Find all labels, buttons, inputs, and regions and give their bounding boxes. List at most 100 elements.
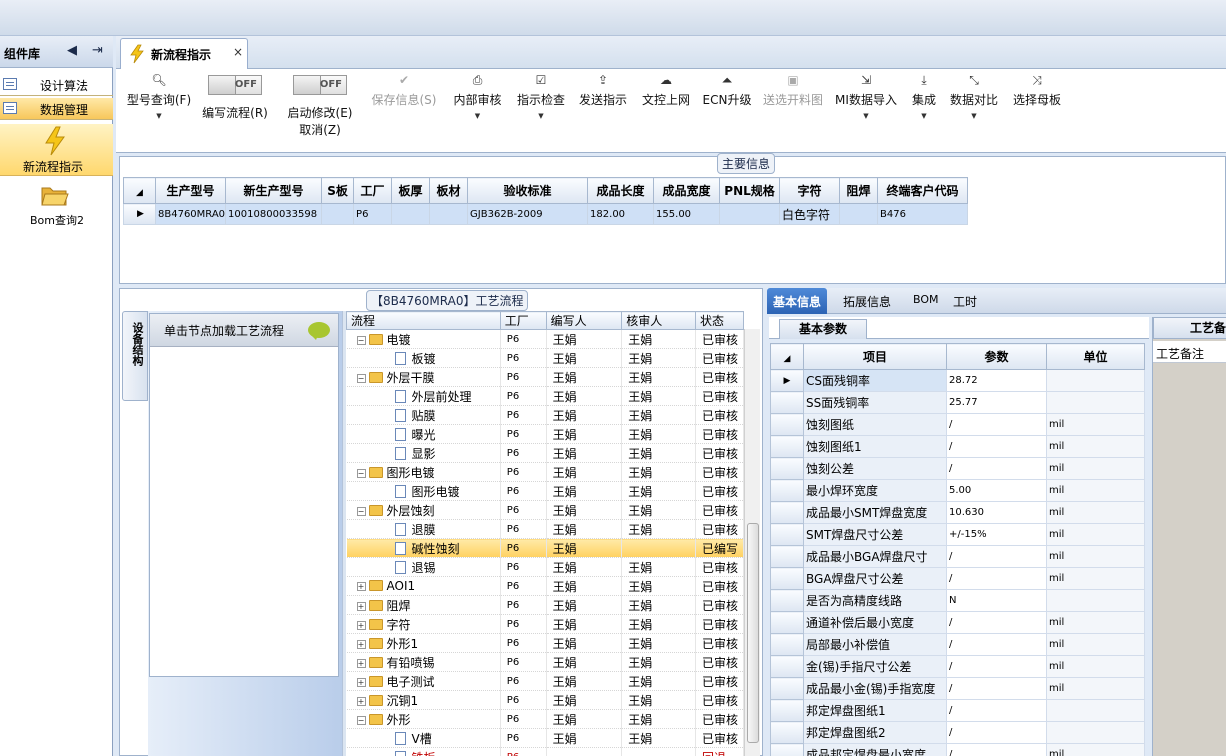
expand-icon[interactable]: + [356, 601, 366, 611]
process-status-cell[interactable]: 已审核 [695, 519, 744, 539]
mi-data-import-button[interactable]: ⇲ MI数据导入 ▼ [834, 69, 898, 149]
process-name-cell[interactable]: 曝光 [346, 424, 501, 444]
row-header[interactable] [770, 655, 804, 678]
param-unit-cell[interactable] [1046, 721, 1145, 744]
send-instruction-button[interactable]: ⇪ 发送指示 [576, 69, 630, 149]
param-value-cell[interactable]: / [946, 699, 1047, 722]
process-status-cell[interactable]: 已编写 [695, 538, 744, 558]
param-item-cell[interactable]: 是否为高精度线路 [803, 589, 947, 612]
process-reviewer-cell[interactable]: 王娟 [621, 614, 696, 634]
expand-icon[interactable]: + [356, 677, 366, 687]
param-row[interactable]: 成品最小BGA焊盘尺寸 / mil [770, 545, 1145, 568]
process-writer-cell[interactable]: 王娟 [546, 500, 623, 520]
param-row[interactable]: 成品邦定焊盘最小宽度 / mil [770, 743, 1145, 756]
param-item-cell[interactable]: SMT焊盘尺寸公差 [803, 523, 947, 546]
process-writer-cell[interactable] [546, 747, 623, 756]
process-row[interactable]: 铣板 P6 回退 [346, 747, 744, 756]
process-row[interactable]: + 外形1 P6 王娟 王娟 已审核 [346, 633, 744, 653]
process-factory-cell[interactable]: P6 [500, 576, 547, 596]
process-status-cell[interactable]: 已审核 [695, 614, 744, 634]
process-writer-cell[interactable]: 王娟 [546, 709, 623, 729]
table-cell[interactable] [391, 203, 431, 225]
process-writer-cell[interactable]: 王娟 [546, 348, 623, 368]
process-row[interactable]: 碱性蚀刻 P6 王娟 已编写 [346, 538, 744, 558]
process-row[interactable]: 外层前处理 P6 王娟 王娟 已审核 [346, 386, 744, 406]
process-row[interactable]: + 沉铜1 P6 王娟 王娟 已审核 [346, 690, 744, 710]
process-reviewer-cell[interactable]: 王娟 [621, 500, 696, 520]
process-scrollbar[interactable] [744, 329, 760, 756]
param-row[interactable]: 是否为高精度线路 N [770, 589, 1145, 612]
process-factory-cell[interactable]: P6 [500, 500, 547, 520]
process-status-cell[interactable]: 已审核 [695, 405, 744, 425]
process-status-cell[interactable]: 已审核 [695, 386, 744, 406]
process-status-cell[interactable]: 回退 [695, 747, 744, 756]
param-unit-cell[interactable] [1046, 699, 1145, 722]
param-row[interactable]: SS面残铜率 25.77 [770, 391, 1145, 414]
process-row[interactable]: + 电子测试 P6 王娟 王娟 已审核 [346, 671, 744, 691]
process-name-cell[interactable]: − 电镀 [346, 329, 501, 349]
process-reviewer-cell[interactable]: 王娟 [621, 348, 696, 368]
table-cell[interactable]: 8B4760MRA0 [154, 203, 227, 225]
row-header[interactable] [770, 721, 804, 744]
row-header[interactable] [770, 391, 804, 414]
process-name-cell[interactable]: 图形电镀 [346, 481, 501, 501]
param-value-cell[interactable]: / [946, 633, 1047, 656]
nav-item-design-algorithm[interactable]: 设计算法 [0, 74, 113, 96]
process-factory-cell[interactable]: P6 [500, 747, 547, 756]
table-cell[interactable]: GJB362B-2009 [467, 203, 589, 225]
col-header[interactable]: 参数 [946, 343, 1047, 370]
process-reviewer-cell[interactable]: 王娟 [621, 576, 696, 596]
process-name-cell[interactable]: 贴膜 [346, 405, 501, 425]
write-process-toggle[interactable]: OFF 编写流程(R) [200, 69, 270, 149]
row-header[interactable] [770, 413, 804, 436]
process-status-cell[interactable]: 已审核 [695, 709, 744, 729]
param-item-cell[interactable]: 金(锡)手指尺寸公差 [803, 655, 947, 678]
process-name-cell[interactable]: 退膜 [346, 519, 501, 539]
process-writer-cell[interactable]: 王娟 [546, 538, 623, 558]
col-header[interactable]: S板 [321, 177, 355, 204]
table-cell[interactable]: P6 [353, 203, 393, 225]
process-factory-cell[interactable]: P6 [500, 728, 547, 748]
process-factory-cell[interactable]: P6 [500, 348, 547, 368]
param-item-cell[interactable]: 蚀刻图纸 [803, 413, 947, 436]
row-header[interactable] [770, 677, 804, 700]
process-writer-cell[interactable]: 王娟 [546, 405, 623, 425]
param-item-cell[interactable]: 邦定焊盘图纸1 [803, 699, 947, 722]
data-compare-button[interactable]: ⤡ 数据对比 ▼ [948, 69, 1000, 149]
process-name-cell[interactable]: 外层前处理 [346, 386, 501, 406]
param-item-cell[interactable]: 成品最小SMT焊盘宽度 [803, 501, 947, 524]
expand-icon[interactable]: + [356, 639, 366, 649]
process-factory-cell[interactable]: P6 [500, 538, 547, 558]
param-item-cell[interactable]: 最小焊环宽度 [803, 479, 947, 502]
process-reviewer-cell[interactable]: 王娟 [621, 671, 696, 691]
process-row[interactable]: 贴膜 P6 王娟 王娟 已审核 [346, 405, 744, 425]
row-header[interactable] [770, 479, 804, 502]
process-factory-cell[interactable]: P6 [500, 633, 547, 653]
table-cell[interactable]: 155.00 [653, 203, 721, 225]
process-factory-cell[interactable]: P6 [500, 329, 547, 349]
process-row[interactable]: + 有铅喷锡 P6 王娟 王娟 已审核 [346, 652, 744, 672]
process-name-cell[interactable]: 退锡 [346, 557, 501, 577]
table-cell[interactable]: 10010800033598 [225, 203, 323, 225]
process-status-cell[interactable]: 已审核 [695, 690, 744, 710]
process-row[interactable]: − 外层蚀刻 P6 王娟 王娟 已审核 [346, 500, 744, 520]
process-status-cell[interactable]: 已审核 [695, 595, 744, 615]
col-header[interactable]: 字符 [779, 177, 841, 204]
col-header[interactable]: 编写人 [545, 311, 623, 330]
param-unit-cell[interactable]: mil [1046, 479, 1145, 502]
tab-extended-info[interactable]: 拓展信息 [843, 293, 891, 310]
param-value-cell[interactable]: +/-15% [946, 523, 1047, 546]
table-cell[interactable]: 182.00 [587, 203, 655, 225]
nav-item-data-management[interactable]: 数据管理 [0, 98, 113, 120]
process-reviewer-cell[interactable]: 王娟 [621, 329, 696, 349]
col-header[interactable]: 板厚 [391, 177, 431, 204]
param-unit-cell[interactable]: mil [1046, 743, 1145, 756]
process-factory-cell[interactable]: P6 [500, 481, 547, 501]
param-value-cell[interactable]: / [946, 413, 1047, 436]
process-status-cell[interactable]: 已审核 [695, 443, 744, 463]
process-row[interactable]: 显影 P6 王娟 王娟 已审核 [346, 443, 744, 463]
table-cell[interactable] [429, 203, 469, 225]
param-row[interactable]: SMT焊盘尺寸公差 +/-15% mil [770, 523, 1145, 546]
param-row[interactable]: 邦定焊盘图纸2/ [770, 721, 1145, 744]
process-reviewer-cell[interactable]: 王娟 [621, 728, 696, 748]
